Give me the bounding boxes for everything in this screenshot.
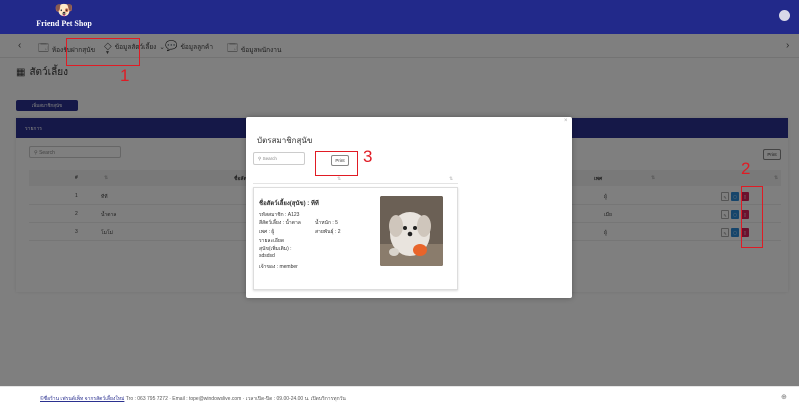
- member-pet-color: สีสัตว์เลี้ยง : น้ำตาล: [259, 220, 301, 226]
- modal-title: บัตรสมาชิกสุนัข: [257, 136, 313, 145]
- member-pet-gender: เพศ : ผู้: [259, 229, 275, 235]
- annotation-box-2: [741, 186, 763, 248]
- dog-icon: 🐶: [54, 2, 74, 19]
- member-pet-weight: น้ำหนัก : 5: [315, 220, 338, 226]
- annotation-number-3: 3: [363, 147, 373, 166]
- settings-icon[interactable]: ⊕: [781, 393, 787, 401]
- member-pet-name: ชื่อสัตว์เลี้ยง(สุนัข) : ทีที: [259, 201, 319, 207]
- modal-table-header: ⇅ ⇅: [253, 175, 458, 184]
- search-icon: ⚲: [258, 156, 262, 161]
- shop-name: Friend Pet Shop: [36, 19, 92, 28]
- footer-text: ©ชื่อร้าน เฟรนด์เพ็ท จากรสัตว์เลี้ยงใหม่…: [40, 395, 346, 403]
- member-card: ชื่อสัตว์เลี้ยง(สุนัข) : ทีที รหัสสมาชิก…: [253, 187, 458, 290]
- footer-contact: Tro : 063 795 7272 · Email : tope@window…: [125, 396, 346, 402]
- member-detail-label-2: สุนัข(เพิ่มเติม) :: [259, 246, 292, 252]
- top-navbar: 🐶 Friend Pet Shop: [0, 0, 799, 34]
- footer: ©ชื่อร้าน เฟรนด์เพ็ท จากรสัตว์เลี้ยงใหม่…: [0, 386, 799, 406]
- close-icon[interactable]: ×: [564, 118, 568, 124]
- member-detail-value: sdsdsd: [259, 253, 275, 259]
- shop-logo[interactable]: 🐶 Friend Pet Shop: [34, 2, 94, 29]
- pet-photo: [380, 196, 443, 266]
- sort-icon[interactable]: ⇅: [337, 176, 341, 182]
- member-card-modal: × บัตรสมาชิกสุนัข ⚲ Search Print ⇅ ⇅ ชื่…: [246, 117, 572, 298]
- footer-brand-link[interactable]: ©ชื่อร้าน เฟรนด์เพ็ท จากรสัตว์เลี้ยงใหม่: [40, 396, 124, 402]
- member-pet-breed: สายพันธุ์ : 2: [315, 229, 341, 235]
- user-avatar[interactable]: [779, 10, 790, 21]
- sort-icon[interactable]: ⇅: [449, 176, 453, 182]
- member-detail-label: รายละเอียด: [259, 238, 285, 244]
- member-owner: เจ้าของ : member: [259, 264, 298, 270]
- annotation-number-2: 2: [741, 159, 751, 178]
- member-id: รหัสสมาชิก : A123: [259, 212, 300, 218]
- annotation-box-1: [66, 38, 140, 66]
- annotation-number-1: 1: [120, 66, 130, 85]
- search-placeholder: Search: [262, 156, 277, 161]
- modal-search-input[interactable]: ⚲ Search: [253, 152, 305, 165]
- annotation-box-3: [315, 151, 358, 176]
